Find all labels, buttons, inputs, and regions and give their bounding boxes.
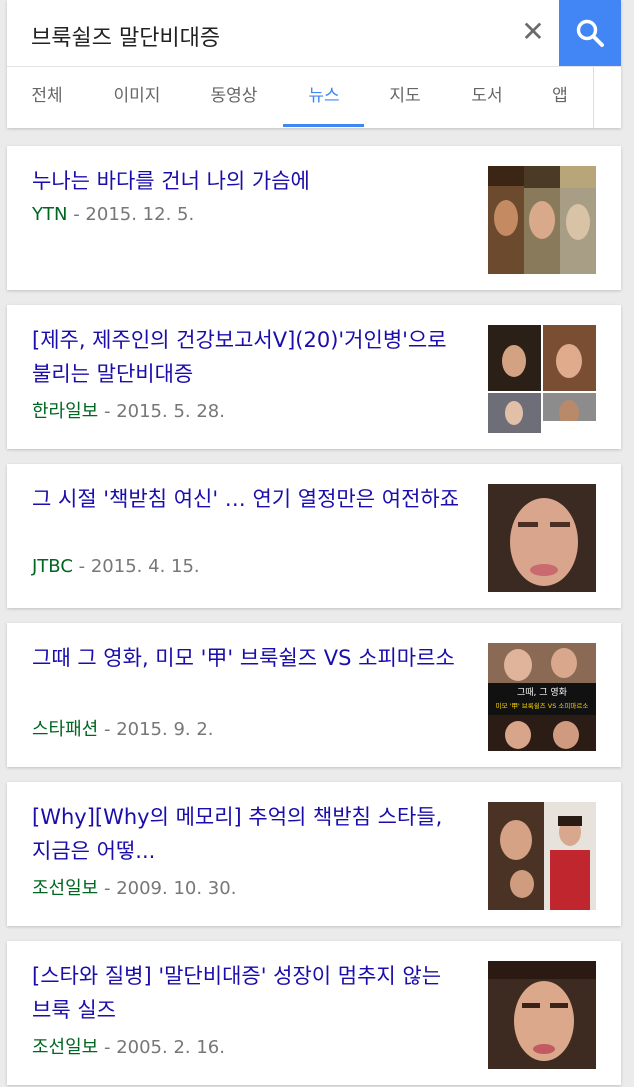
result-meta: YTN - 2015. 12. 5. [32, 204, 195, 225]
tab-maps[interactable]: 지도 [377, 67, 433, 128]
news-result-card[interactable]: [스타와 질병] '말단비대증' 성장이 멈추지 않는 브룩 실즈 조선일보 -… [7, 941, 621, 1085]
news-result-card[interactable]: [Why][Why의 메모리] 추억의 책받침 스타들, 지금은 어떻... 조… [7, 782, 621, 926]
thumbnail-caption-1: 그때, 그 영화 [517, 687, 567, 698]
result-source: 한라일보 [32, 401, 99, 422]
result-meta: 스타패션 - 2015. 9. 2. [32, 719, 214, 740]
result-date: 2009. 10. 30. [116, 878, 237, 899]
result-date: 2015. 12. 5. [85, 204, 195, 225]
result-thumbnail[interactable] [488, 166, 596, 274]
search-button[interactable] [559, 0, 621, 66]
result-meta: 조선일보 - 2005. 2. 16. [32, 1037, 225, 1058]
tab-images[interactable]: 이미지 [101, 67, 173, 128]
news-result-card[interactable]: 그 시절 '책받침 여신' … 연기 열정만은 여전하죠 JTBC - 2015… [7, 464, 621, 608]
result-meta: 조선일보 - 2009. 10. 30. [32, 878, 237, 899]
result-meta: JTBC - 2015. 4. 15. [32, 556, 200, 577]
tab-videos[interactable]: 동영상 [197, 67, 271, 128]
result-thumbnail[interactable]: 그때, 그 영화 미모 '甲' 브룩쉴즈 VS 소피마르소 [488, 643, 596, 751]
tab-all[interactable]: 전체 [21, 67, 73, 128]
tab-news[interactable]: 뉴스 [285, 67, 363, 128]
result-date: 2015. 5. 28. [116, 401, 225, 422]
close-icon[interactable]: ✕ [517, 16, 549, 48]
news-result-card[interactable]: 그때 그 영화, 미모 '甲' 브룩쉴즈 VS 소피마르소 스타패션 - 201… [7, 623, 621, 767]
result-title-link[interactable]: [Why][Why의 메모리] 추억의 책받침 스타들, 지금은 어떻... [32, 800, 470, 868]
result-date: 2005. 2. 16. [116, 1037, 225, 1058]
search-bar: 브룩쉴즈 말단비대증 ✕ [7, 0, 621, 67]
result-source: 조선일보 [32, 1037, 99, 1058]
result-source: 스타패션 [32, 719, 99, 740]
tab-apps[interactable]: 앱 [537, 67, 583, 128]
result-title-link[interactable]: [제주, 제주인의 건강보고서V](20)'거인병'으로 불리는 말단비대증 [32, 323, 470, 391]
result-thumbnail[interactable] [488, 802, 596, 910]
result-title-link[interactable]: 누나는 바다를 건너 나의 가슴에 [32, 164, 470, 198]
tabs-divider [593, 67, 594, 128]
news-result-card[interactable]: [제주, 제주인의 건강보고서V](20)'거인병'으로 불리는 말단비대증 한… [7, 305, 621, 449]
search-input[interactable]: 브룩쉴즈 말단비대증 [31, 20, 220, 52]
search-header: 브룩쉴즈 말단비대증 ✕ 전체 이미지 동영상 뉴스 지도 도서 앱 [7, 0, 621, 128]
result-thumbnail[interactable] [488, 961, 596, 1069]
result-thumbnail[interactable] [488, 325, 596, 433]
result-title-link[interactable]: 그때 그 영화, 미모 '甲' 브룩쉴즈 VS 소피마르소 [32, 641, 470, 675]
news-result-card[interactable]: 누나는 바다를 건너 나의 가슴에 YTN - 2015. 12. 5. [7, 146, 621, 290]
thumbnail-caption-2: 미모 '甲' 브룩쉴즈 VS 소피마르소 [496, 701, 589, 710]
result-title-link[interactable]: 그 시절 '책받침 여신' … 연기 열정만은 여전하죠 [32, 482, 470, 516]
search-tabs: 전체 이미지 동영상 뉴스 지도 도서 앱 [7, 67, 593, 128]
result-title-link[interactable]: [스타와 질병] '말단비대증' 성장이 멈추지 않는 브룩 실즈 [32, 959, 470, 1027]
result-date: 2015. 9. 2. [116, 719, 214, 740]
result-source: JTBC [32, 556, 73, 577]
result-meta: 한라일보 - 2015. 5. 28. [32, 401, 225, 422]
active-tab-indicator [283, 124, 364, 127]
result-date: 2015. 4. 15. [90, 556, 200, 577]
tab-books[interactable]: 도서 [459, 67, 515, 128]
search-icon [576, 19, 604, 47]
result-thumbnail[interactable] [488, 484, 596, 592]
result-source: YTN [32, 204, 68, 225]
result-source: 조선일보 [32, 878, 99, 899]
